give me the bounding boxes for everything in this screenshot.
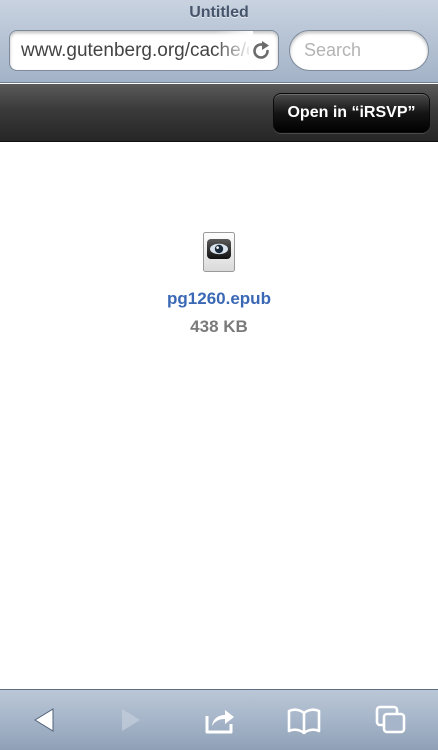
reload-icon[interactable] <box>250 40 272 62</box>
back-button[interactable] <box>27 704 61 736</box>
share-button[interactable] <box>203 704 237 736</box>
bookmarks-button[interactable] <box>287 704 321 736</box>
document-eye-icon <box>203 232 235 272</box>
forward-icon <box>122 709 140 731</box>
share-icon <box>205 710 234 734</box>
search-field[interactable]: Search <box>289 30 429 71</box>
back-icon <box>34 708 54 732</box>
file-size: 438 KB <box>190 317 248 336</box>
page-title: Untitled <box>189 4 249 21</box>
url-fade <box>215 31 253 70</box>
url-field[interactable]: www.gutenberg.org/cache/epub/1260/pg1260… <box>9 30 279 71</box>
forward-button[interactable] <box>114 704 148 736</box>
bottom-toolbar <box>0 689 438 750</box>
tabs-button[interactable] <box>374 704 408 736</box>
tabs-icon <box>375 705 406 734</box>
bookmarks-icon <box>287 708 321 735</box>
browser-top-bar: Untitled www.gutenberg.org/cache/epub/12… <box>0 0 438 83</box>
open-in-bar: Open in “iRSVP” <box>0 84 438 142</box>
file-name-link[interactable]: pg1260.epub <box>0 289 438 311</box>
open-in-button[interactable]: Open in “iRSVP” <box>273 93 430 133</box>
